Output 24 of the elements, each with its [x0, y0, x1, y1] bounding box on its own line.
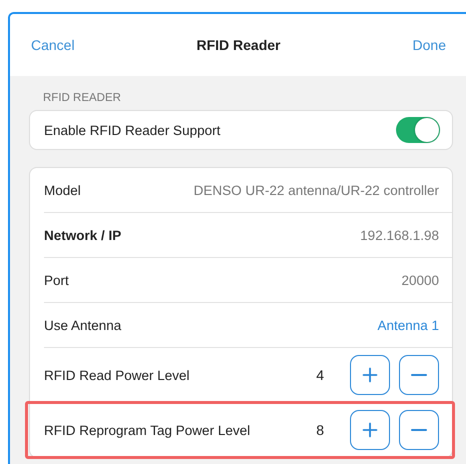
row-link[interactable]: Antenna 1 [377, 318, 439, 332]
row-label: Port [44, 272, 69, 288]
level-value: 4 [316, 367, 324, 383]
done-button[interactable]: Done [412, 37, 446, 53]
decrement-button[interactable] [399, 355, 439, 395]
row-label: RFID Reprogram Tag Power Level [44, 422, 250, 438]
row-value: 20000 [401, 272, 439, 288]
increment-button[interactable] [350, 355, 390, 395]
minus-icon [411, 429, 427, 431]
row-label: Network / IP [44, 228, 122, 242]
toggle-label: Enable RFID Reader Support [44, 122, 220, 138]
screen-title: RFID Reader [196, 37, 281, 53]
decrement-button[interactable] [399, 410, 439, 450]
cancel-button[interactable]: Cancel [31, 37, 75, 53]
minus-icon [411, 374, 427, 376]
row-label: Model [44, 182, 81, 198]
row-label: Use Antenna [44, 318, 122, 332]
row-value: 192.168.1.98 [360, 228, 439, 242]
row-label: RFID Read Power Level [44, 368, 190, 382]
row-value: DENSO UR-22 antenna/UR-22 controller [194, 182, 439, 198]
section-header: RFID READER [43, 92, 122, 104]
increment-button[interactable] [350, 410, 390, 450]
toggle-switch[interactable] [396, 117, 440, 143]
level-value: 8 [316, 422, 324, 438]
